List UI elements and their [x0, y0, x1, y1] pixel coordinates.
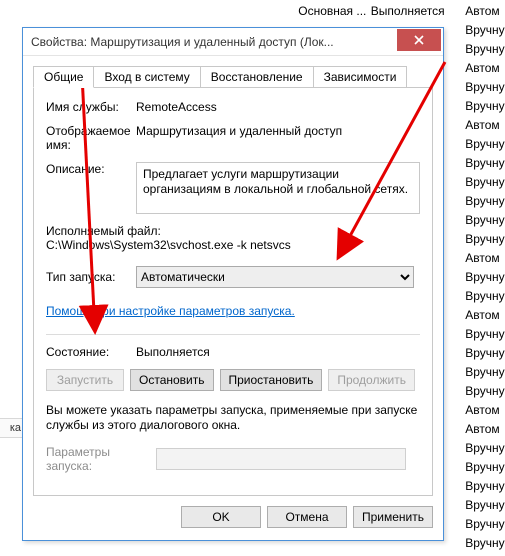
label-description: Описание:	[46, 162, 136, 214]
tab-content: Имя службы: RemoteAccess Отображаемое им…	[33, 88, 433, 496]
cancel-button[interactable]: Отмена	[267, 506, 347, 528]
label-exe-path: Исполняемый файл:	[46, 224, 420, 238]
resume-button[interactable]: Продолжить	[328, 369, 415, 391]
params-note: Вы можете указать параметры запуска, при…	[46, 403, 420, 433]
label-startup-type: Тип запуска:	[46, 270, 136, 284]
tab-recovery[interactable]: Восстановление	[200, 66, 314, 87]
service-properties-dialog: Свойства: Маршрутизация и удаленный дост…	[22, 27, 444, 541]
label-params: Параметры запуска:	[46, 445, 156, 473]
tab-dependencies[interactable]: Зависимости	[313, 66, 408, 87]
startup-type-select[interactable]: Автоматически	[136, 266, 414, 288]
close-icon	[414, 35, 424, 45]
titlebar[interactable]: Свойства: Маршрутизация и удаленный дост…	[23, 28, 443, 56]
value-exe-path: C:\Windows\System32\svchost.exe -k netsv…	[46, 238, 420, 252]
apply-button[interactable]: Применить	[353, 506, 433, 528]
tab-general[interactable]: Общие	[33, 66, 94, 88]
value-service-name: RemoteAccess	[136, 100, 420, 114]
label-display-name: Отображаемое имя:	[46, 124, 136, 152]
help-link[interactable]: Помощь при настройке параметров запуска.	[46, 304, 295, 318]
params-input[interactable]	[156, 448, 406, 470]
dialog-title: Свойства: Маршрутизация и удаленный дост…	[31, 35, 397, 49]
close-button[interactable]	[397, 29, 441, 51]
tabstrip: Общие Вход в систему Восстановление Зави…	[33, 64, 433, 88]
bg-row[interactable]: Основная ...ВыполняетсяАвтом	[0, 2, 505, 21]
left-pane-fragment: ка Л	[0, 418, 22, 438]
label-service-name: Имя службы:	[46, 100, 136, 114]
value-description[interactable]: Предлагает услуги маршрутизации организа…	[136, 162, 420, 214]
label-status: Состояние:	[46, 345, 136, 359]
ok-button[interactable]: OK	[181, 506, 261, 528]
pause-button[interactable]: Приостановить	[220, 369, 323, 391]
dialog-buttons: OK Отмена Применить	[33, 496, 433, 528]
value-status: Выполняется	[136, 345, 420, 359]
value-display-name: Маршрутизация и удаленный доступ	[136, 124, 420, 152]
start-button[interactable]: Запустить	[46, 369, 124, 391]
separator	[46, 334, 420, 335]
control-buttons: Запустить Остановить Приостановить Продо…	[46, 369, 420, 391]
tab-logon[interactable]: Вход в систему	[93, 66, 200, 87]
stop-button[interactable]: Остановить	[130, 369, 214, 391]
